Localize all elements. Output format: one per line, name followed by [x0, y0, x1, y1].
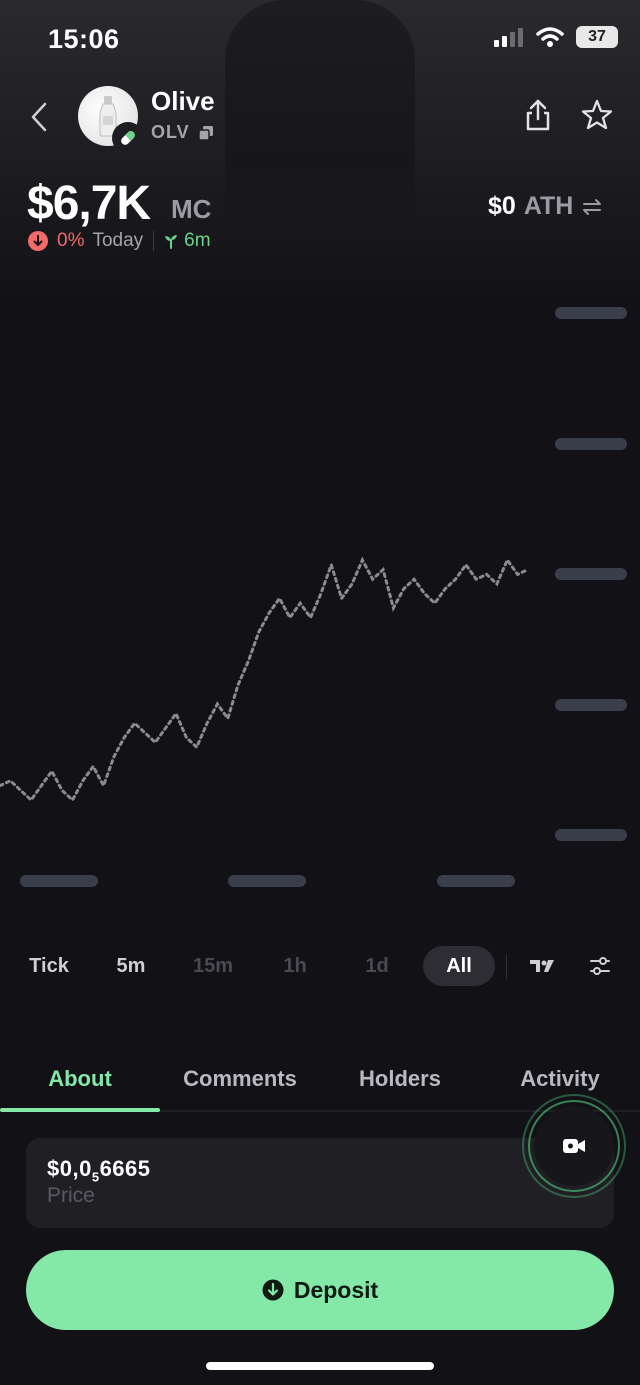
arrow-down-circle-icon [28, 231, 48, 251]
change-period: Today [92, 230, 144, 251]
deposit-button[interactable]: Deposit [26, 1250, 614, 1330]
market-cap-label: MC [171, 194, 212, 224]
token-age-value: 6m [184, 230, 211, 251]
share-icon [526, 99, 550, 131]
timeframe-1d[interactable]: 1d [347, 946, 407, 986]
price-value: $0,056665 [47, 1156, 151, 1184]
status-time: 15:06 [48, 24, 120, 54]
ath-toggle[interactable]: $0 ATH [488, 192, 603, 221]
pill-badge [112, 122, 144, 154]
timeframe-tick[interactable]: Tick [19, 946, 79, 986]
price-zero-count: 5 [91, 1169, 100, 1185]
token-symbol: OLV [151, 122, 190, 142]
back-button[interactable] [28, 100, 50, 139]
sprout-icon [165, 235, 178, 249]
x-axis-label-placeholder [437, 875, 515, 887]
ath-label: ATH [523, 192, 574, 220]
y-axis-label-placeholder [555, 568, 627, 580]
token-name: Olive [151, 86, 215, 116]
price-prefix: $0,0 [47, 1156, 92, 1181]
status-icons: 37 [494, 26, 618, 48]
price-chart[interactable] [0, 290, 640, 910]
x-axis-label-placeholder [228, 875, 306, 887]
timeframe-divider [506, 954, 507, 980]
wifi-icon [536, 27, 564, 47]
chart-settings-icon[interactable] [588, 954, 612, 978]
fab-ring [528, 1100, 620, 1192]
home-indicator [206, 1362, 434, 1370]
ath-value: $0 [488, 192, 516, 220]
video-stream-button[interactable] [522, 1094, 626, 1198]
star-icon [581, 99, 613, 130]
tradingview-icon[interactable] [529, 958, 555, 974]
timeframe-1h[interactable]: 1h [265, 946, 325, 986]
change-row: 0% Today 6m [28, 230, 211, 252]
chevron-left-icon [31, 102, 47, 132]
battery-indicator: 37 [576, 26, 618, 48]
video-camera-icon [563, 1139, 585, 1153]
divider [153, 231, 155, 251]
fab-core [534, 1106, 614, 1186]
price-label: Price [47, 1184, 95, 1207]
tab-holders[interactable]: Holders [320, 1058, 480, 1110]
pill-icon [121, 131, 135, 145]
token-age: 6m [164, 230, 211, 252]
y-axis-label-placeholder [555, 829, 627, 841]
favorite-button[interactable] [580, 98, 614, 137]
arrow-down-circle-icon [262, 1279, 284, 1301]
price-digits: 6665 [99, 1156, 151, 1181]
swap-icon [583, 198, 602, 215]
change-percent: 0% [57, 230, 85, 251]
y-axis-label-placeholder [555, 307, 627, 319]
share-button[interactable] [522, 98, 554, 137]
timeframe-5m[interactable]: 5m [101, 946, 161, 986]
token-symbol-row[interactable]: OLV [151, 122, 214, 143]
y-axis-label-placeholder [555, 699, 627, 711]
deposit-label: Deposit [293, 1276, 379, 1303]
cellular-signal-icon [494, 28, 523, 47]
timeframe-selector: Tick 5m 15m 1h 1d All [0, 946, 640, 988]
header-background-image [225, 0, 415, 270]
price-line [0, 556, 530, 803]
timeframe-15m[interactable]: 15m [183, 946, 243, 986]
market-cap-value: $6,7K [27, 177, 151, 230]
tab-about[interactable]: About [0, 1058, 160, 1110]
copy-icon[interactable] [197, 125, 214, 141]
timeframe-all[interactable]: All [423, 946, 495, 986]
tab-comments[interactable]: Comments [160, 1058, 320, 1110]
y-axis-label-placeholder [555, 438, 627, 450]
x-axis-label-placeholder [20, 875, 98, 887]
